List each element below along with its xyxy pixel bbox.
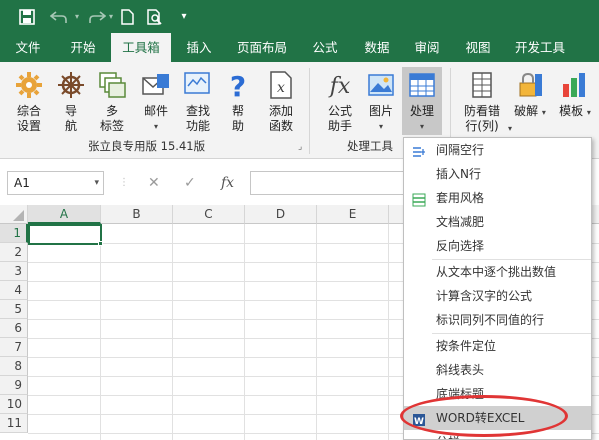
crack-icon (515, 70, 545, 100)
undo-icon[interactable] (46, 0, 72, 33)
row-header[interactable]: 7 (0, 338, 28, 357)
tab-developer[interactable]: 开发工具 (506, 33, 574, 62)
ribbon-tabs: 文件 开始 工具箱 插入 页面布局 公式 数据 审阅 视图 开发工具 (0, 33, 599, 64)
group-label-main: 张立良专用版 15.41版 (88, 139, 206, 153)
row-header[interactable]: 1 (0, 224, 28, 243)
insert-function-icon[interactable]: fx (221, 171, 234, 195)
tab-data[interactable]: 数据 (354, 33, 400, 62)
grid-line (172, 224, 173, 440)
menu-item-blank-row[interactable]: 间隔空行 (404, 138, 591, 162)
process-icon (407, 70, 437, 100)
dialog-launcher-icon[interactable]: ⌟ (298, 142, 302, 152)
menu-item-diagonal-header[interactable]: 斜线表头 (404, 358, 591, 382)
blank-row-icon (412, 143, 426, 157)
find-icon (183, 70, 213, 100)
confirm-icon[interactable]: ✓ (184, 171, 196, 195)
print-preview-icon[interactable] (146, 0, 164, 33)
process-button[interactable]: 处理 ▾ (402, 67, 442, 135)
svg-text:fx: fx (328, 74, 351, 99)
add-function-button[interactable]: x 添加 函数 (262, 70, 300, 134)
tab-file[interactable]: 文件 (5, 33, 51, 62)
tab-insert[interactable]: 插入 (174, 33, 224, 62)
menu-item-mark-diff-rows[interactable]: 标识同列不同值的行 (404, 308, 591, 332)
crack-button[interactable]: 破解 ▾ (508, 70, 552, 120)
help-button[interactable]: ? 帮 助 (222, 70, 254, 134)
redo-icon[interactable] (86, 0, 108, 33)
navigation-button[interactable]: 导 航 (55, 70, 87, 134)
picture-icon (366, 70, 396, 100)
settings-button[interactable]: 综合 设置 (7, 70, 51, 134)
multi-tab-button[interactable]: 多 标签 (92, 70, 132, 134)
template-button[interactable]: 模板 ▾ (553, 70, 597, 120)
mail-button[interactable]: 邮件 ▾ (137, 70, 175, 134)
menu-item-insert-n-rows[interactable]: 插入N行 (404, 162, 591, 186)
formula-helper-button[interactable]: fx 公式 助手 (320, 70, 360, 134)
formula-input[interactable] (250, 171, 410, 195)
column-header[interactable]: D (245, 205, 317, 224)
template-icon (560, 70, 590, 100)
grid-line (244, 224, 245, 440)
row-header[interactable]: 3 (0, 262, 28, 281)
quick-access-toolbar: ▾ ▾ ▾ (0, 0, 599, 33)
menu-item-locate-by-condition[interactable]: 按条件定位 (404, 334, 591, 358)
add-function-icon: x (266, 70, 296, 100)
undo-dropdown[interactable]: ▾ (72, 0, 82, 33)
name-box[interactable]: A1 ▾ (7, 171, 104, 195)
help-icon: ? (223, 70, 253, 103)
column-header[interactable]: E (317, 205, 389, 224)
tab-formulas[interactable]: 公式 (302, 33, 348, 62)
tab-review[interactable]: 审阅 (404, 33, 450, 62)
svg-text:x: x (277, 80, 285, 96)
tab-home[interactable]: 开始 (58, 33, 108, 62)
style-icon (412, 191, 426, 207)
fill-handle[interactable] (98, 241, 103, 246)
chevron-down-icon[interactable]: ▾ (94, 172, 99, 194)
active-cell[interactable] (28, 224, 102, 245)
menu-item-invert-select[interactable]: 反向选择 (404, 234, 591, 258)
grid-line (316, 224, 317, 440)
menu-item-chinese-formula[interactable]: 计算含汉字的公式 (404, 284, 591, 308)
row-header[interactable]: 5 (0, 300, 28, 319)
row-highlight-icon (467, 70, 497, 100)
column-header[interactable]: C (173, 205, 245, 224)
ribbon-separator (309, 68, 310, 154)
fx-icon: fx (325, 70, 355, 100)
row-header[interactable]: 6 (0, 319, 28, 338)
select-all-corner[interactable] (0, 205, 28, 224)
tab-view[interactable]: 视图 (455, 33, 501, 62)
row-header[interactable]: 8 (0, 357, 28, 376)
grid-line (100, 224, 101, 440)
settings-icon (14, 70, 44, 100)
column-header[interactable]: A (28, 205, 101, 224)
customize-qa-icon[interactable]: ▾ (176, 0, 192, 33)
row-header[interactable]: 2 (0, 243, 28, 262)
tab-toolbox[interactable]: 工具箱 (111, 33, 171, 64)
helm-icon (56, 70, 86, 100)
menu-item-slim-doc[interactable]: 文档减肥 (404, 210, 591, 234)
formula-bar-grip[interactable]: ⋮ (119, 171, 129, 195)
column-header[interactable]: B (101, 205, 173, 224)
tab-page-layout[interactable]: 页面布局 (228, 33, 296, 62)
row-header[interactable]: 4 (0, 281, 28, 300)
row-highlight-button[interactable]: 防看错 行(列) (458, 70, 506, 134)
save-icon[interactable] (16, 0, 38, 33)
row-header[interactable]: 9 (0, 376, 28, 395)
find-function-button[interactable]: 查找 功能 (180, 70, 216, 134)
row-header[interactable]: 11 (0, 414, 28, 433)
mail-icon (141, 70, 171, 100)
new-doc-icon[interactable] (118, 0, 136, 33)
menu-item-extract-numbers[interactable]: 从文本中逐个挑出数值 (404, 260, 591, 284)
picture-button[interactable]: 图片 ▾ (362, 70, 400, 134)
group-label-process: 处理工具 (347, 139, 393, 153)
multi-tab-icon (97, 70, 127, 100)
row-header[interactable]: 10 (0, 395, 28, 414)
cancel-icon[interactable]: ✕ (148, 171, 160, 195)
grid-line (388, 224, 389, 440)
menu-item-apply-style[interactable]: 套用风格 (404, 186, 591, 210)
red-highlight-circle (400, 395, 568, 437)
svg-text:?: ? (230, 70, 246, 100)
redo-dropdown[interactable]: ▾ (106, 0, 116, 33)
